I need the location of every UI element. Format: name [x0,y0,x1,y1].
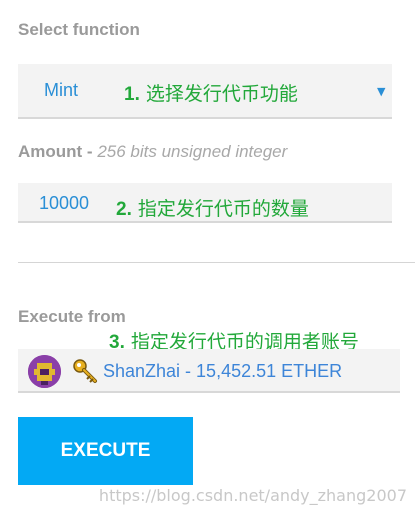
amount-label: Amount - 256 bits unsigned integer [18,142,288,161]
amount-input-value: 10000 [39,193,90,213]
identicon-avatar [28,355,61,388]
watermark: https://blog.csdn.net/andy_zhang2007 [98,486,407,505]
key-icon [72,358,98,384]
execute-button[interactable]: EXECUTE [18,417,193,485]
annotation-1: 1. 选择发行代币功能 [124,83,298,105]
account-select-value: ShanZhai - 15,452.51 ETHER [103,361,343,381]
annotation-2: 2. 指定发行代币的数量 [116,198,309,220]
select-function-label: Select function [18,20,140,39]
execute-from-label: Execute from [18,307,126,326]
chevron-down-icon[interactable]: ▼ [377,85,385,98]
function-select-value: Mint [44,80,79,100]
divider [18,262,415,263]
amount-hint: 256 bits unsigned integer [97,142,288,161]
